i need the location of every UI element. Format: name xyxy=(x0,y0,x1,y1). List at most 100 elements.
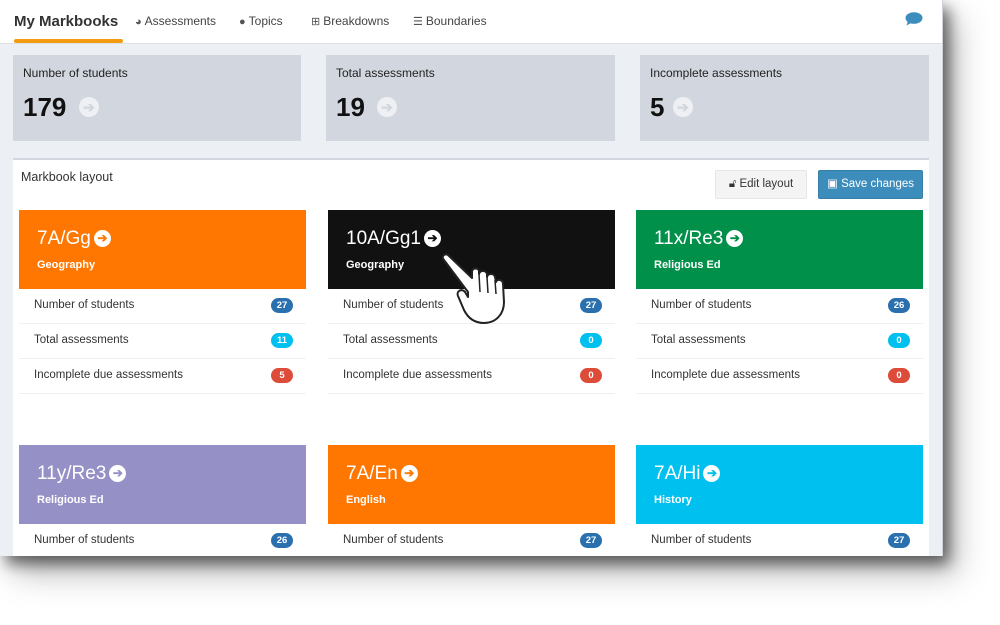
list-item: Incomplete due assessments 0 xyxy=(636,359,923,394)
class-code: 7A/En ➔ xyxy=(346,463,418,485)
arrow-circle-right-icon[interactable]: ➔ xyxy=(109,465,127,482)
class-code: 7A/Hi ➔ xyxy=(654,463,721,485)
count-badge: 27 xyxy=(271,298,293,313)
tab-assessments[interactable]: ◕ Assessments xyxy=(135,0,216,43)
row-label: Number of students xyxy=(34,299,135,311)
row-label: Number of students xyxy=(651,299,752,311)
hand-cursor-icon xyxy=(441,253,505,324)
card-header[interactable]: 11x/Re3 ➔ Religious Ed xyxy=(636,210,923,289)
stat-box-students[interactable]: Number of students 179 ➔ xyxy=(13,55,301,141)
subject-name: Religious Ed xyxy=(37,494,104,506)
arrow-circle-right-icon[interactable]: ➔ xyxy=(673,97,693,117)
comment-icon[interactable] xyxy=(905,12,923,26)
class-code-text: 10A/Gg1 xyxy=(346,228,421,249)
arrow-circle-right-icon[interactable]: ➔ xyxy=(424,230,441,247)
row-label: Total assessments xyxy=(343,334,438,346)
stat-value: 19 xyxy=(336,92,365,122)
class-code-text: 7A/Gg xyxy=(37,228,91,249)
list-item: Number of students 27 xyxy=(19,289,306,324)
row-label: Total assessments xyxy=(34,334,129,346)
markbook-card[interactable]: 11x/Re3 ➔ Religious Ed Number of students… xyxy=(636,210,923,394)
subject-name: Geography xyxy=(346,259,405,271)
arrow-circle-right-icon[interactable]: ➔ xyxy=(79,97,99,117)
class-code-text: 7A/En xyxy=(346,463,398,484)
tab-label: Breakdowns xyxy=(323,14,390,28)
tab-topics[interactable]: ● Topics xyxy=(239,0,283,43)
unlock-icon: 🔓︎ xyxy=(728,178,737,190)
list-item: Total assessments 0 xyxy=(328,324,615,359)
arrow-circle-right-icon[interactable]: ➔ xyxy=(400,465,418,482)
card-header[interactable]: 11y/Re3 ➔ Religious Ed xyxy=(19,445,306,524)
subject-name: History xyxy=(654,494,692,506)
subject-name: Religious Ed xyxy=(654,259,721,271)
row-label: Total assessments xyxy=(651,334,746,346)
stat-label: Number of students xyxy=(23,66,128,80)
group-icon: ● xyxy=(239,16,246,28)
save-icon: ▣ xyxy=(827,178,838,190)
row-label: Incomplete due assessments xyxy=(343,369,492,381)
arrow-circle-right-icon[interactable]: ➔ xyxy=(93,230,111,247)
class-code: 11x/Re3 ➔ xyxy=(654,228,744,250)
list-item: Total assessments 0 xyxy=(636,324,923,359)
class-code-text: 11y/Re3 xyxy=(37,463,107,484)
arrow-circle-right-icon[interactable]: ➔ xyxy=(377,97,397,117)
arrow-circle-right-icon[interactable]: ➔ xyxy=(703,465,721,482)
class-code: 10A/Gg1 ➔ xyxy=(346,228,441,250)
count-badge: 5 xyxy=(271,368,293,383)
stat-label: Incomplete assessments xyxy=(650,66,783,80)
class-code: 7A/Gg ➔ xyxy=(37,228,111,250)
row-label: Number of students xyxy=(343,534,444,546)
button-label: Edit layout xyxy=(739,178,794,190)
tab-label: Topics xyxy=(248,14,283,28)
tab-my-markbooks[interactable]: My Markbooks xyxy=(14,0,118,43)
count-badge: 0 xyxy=(888,333,910,348)
tab-label: Assessments xyxy=(144,14,217,28)
stat-value: 179 xyxy=(23,92,67,122)
count-badge: 27 xyxy=(888,533,910,548)
stat-label: Total assessments xyxy=(336,66,435,80)
row-label: Incomplete due assessments xyxy=(651,369,800,381)
active-tab-indicator xyxy=(14,39,123,43)
panel-title: Markbook layout xyxy=(21,170,113,184)
row-label: Number of students xyxy=(651,534,752,546)
count-badge: 26 xyxy=(271,533,293,548)
list-icon: ☰ xyxy=(413,16,423,28)
app-window: My Markbooks ◕ Assessments ● Topics ⊞ Break… xyxy=(0,0,943,556)
count-badge: 0 xyxy=(580,368,602,383)
markbook-card[interactable]: 7A/Hi ➔ History Number of students 27 xyxy=(636,445,923,556)
save-changes-button[interactable]: ▣ Save changes xyxy=(818,170,923,199)
markbook-card[interactable]: 7A/En ➔ English Number of students 27 xyxy=(328,445,615,556)
stat-box-total-assessments[interactable]: Total assessments 19 ➔ xyxy=(326,55,615,141)
tab-boundaries[interactable]: ☰ Boundaries xyxy=(413,0,487,43)
arrow-circle-right-icon[interactable]: ➔ xyxy=(726,230,744,247)
count-badge: 11 xyxy=(271,333,293,348)
count-badge: 26 xyxy=(888,298,910,313)
sitemap-icon: ⊞ xyxy=(311,16,321,28)
count-badge: 27 xyxy=(580,533,602,548)
tab-breakdowns[interactable]: ⊞ Breakdowns xyxy=(311,0,389,43)
subject-name: Geography xyxy=(37,259,96,271)
card-header[interactable]: 7A/Hi ➔ History xyxy=(636,445,923,524)
tab-label: My Markbooks xyxy=(14,13,119,30)
button-label: Save changes xyxy=(841,178,914,190)
edit-layout-button[interactable]: 🔓︎ Edit layout xyxy=(715,170,807,199)
markbook-card[interactable]: 7A/Gg ➔ Geography Number of students 27 T… xyxy=(19,210,306,394)
count-badge: 27 xyxy=(580,298,602,313)
tab-label: Boundaries xyxy=(425,14,487,28)
markbook-card[interactable]: 11y/Re3 ➔ Religious Ed Number of students… xyxy=(19,445,306,556)
class-code-text: 11x/Re3 xyxy=(654,228,724,249)
dashboard-icon: ◕ xyxy=(135,16,142,28)
row-label: Incomplete due assessments xyxy=(34,369,183,381)
list-item: Total assessments 11 xyxy=(19,324,306,359)
row-label: Number of students xyxy=(34,534,135,546)
card-header[interactable]: 7A/En ➔ English xyxy=(328,445,615,524)
list-item: Number of students 26 xyxy=(19,524,306,556)
class-code: 11y/Re3 ➔ xyxy=(37,463,127,485)
list-item: Number of students 27 xyxy=(328,524,615,556)
list-item: Number of students 26 xyxy=(636,289,923,324)
stat-box-incomplete-assessments[interactable]: Incomplete assessments 5 ➔ xyxy=(640,55,929,141)
count-badge: 0 xyxy=(888,368,910,383)
card-header[interactable]: 7A/Gg ➔ Geography xyxy=(19,210,306,289)
list-item: Incomplete due assessments 5 xyxy=(19,359,306,394)
top-navigation: My Markbooks ◕ Assessments ● Topics ⊞ Break… xyxy=(0,0,942,44)
